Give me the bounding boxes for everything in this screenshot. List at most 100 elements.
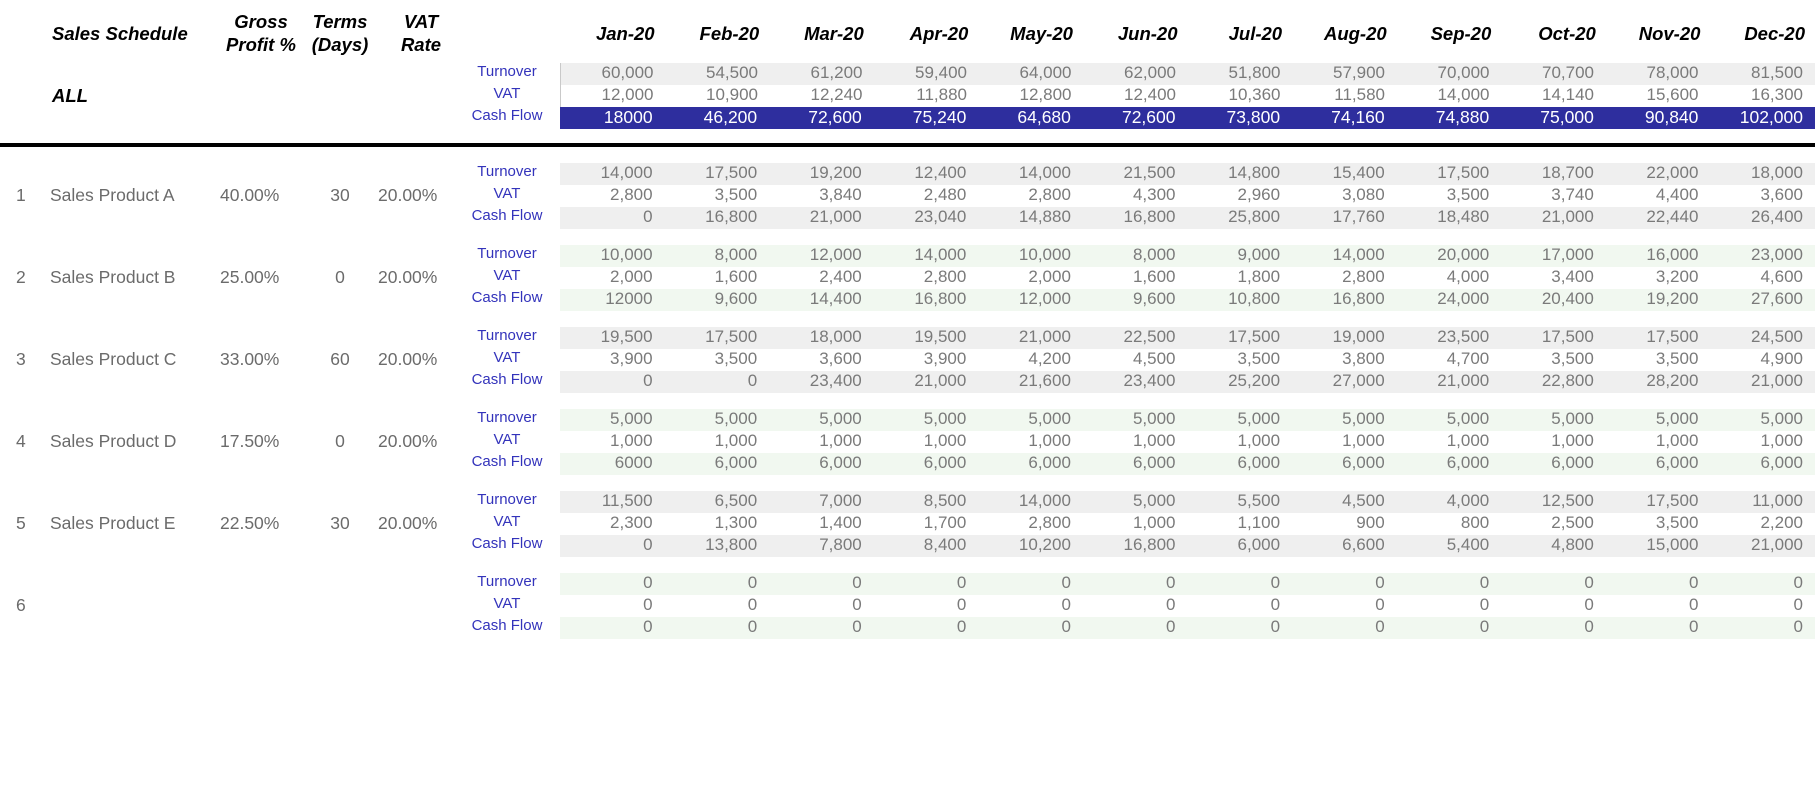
header-month-sep: Sep-20 (1430, 22, 1492, 44)
cell-value: 1,400 (819, 512, 862, 532)
cell-value: 6,000 (1237, 534, 1281, 554)
cell-value: 14,000 (1332, 244, 1385, 264)
cell-value: 16,800 (1332, 288, 1385, 308)
cell-value: 18,000 (1751, 162, 1803, 182)
row-cash-flow: 0 0 23,400 21,000 21,600 23,400 25,200 27,000 21… (560, 370, 1815, 393)
row-vat: 2,800 3,500 3,840 2,480 2,800 4,300 2,960 3,080… (560, 184, 1815, 207)
cell-value: 6,000 (1655, 452, 1699, 472)
row-name-cell: Sales Product D (46, 409, 218, 475)
cell-value: 0 (1375, 594, 1385, 614)
cell-value: 1,600 (1132, 266, 1176, 286)
cell-value: 2,960 (1237, 184, 1281, 204)
cell-value: 6,000 (1028, 452, 1071, 472)
cell-value: 6,000 (1760, 452, 1803, 472)
cell-value: 16,800 (1123, 206, 1176, 226)
cell-value: 23,400 (1123, 370, 1176, 390)
cell-value: 8,000 (714, 244, 758, 264)
cell-value: 14,000 (914, 244, 967, 264)
cell-value: 5,000 (1132, 490, 1176, 510)
cell-value: 5,000 (1551, 408, 1594, 428)
cell-value: 0 (852, 616, 862, 636)
row-index-cell: 6 (0, 573, 46, 639)
cell-value: 14,800 (1228, 162, 1281, 182)
cell-value: 1,000 (1551, 430, 1594, 450)
cell-value: 11,500 (601, 490, 653, 510)
cell-value: 24,000 (1437, 288, 1490, 308)
cell-value: 0 (1166, 572, 1176, 592)
cell-value: 5,000 (1760, 408, 1803, 428)
summary-metric-labels: Turnover VAT Cash Flow (466, 63, 560, 129)
header-month-jun: Jun-20 (1117, 22, 1178, 44)
cell-value: 5,000 (1028, 408, 1071, 428)
table-row[interactable]: 3 Sales Product C 33.00% 60 20.00% Turnover VA… (0, 326, 1815, 393)
cell-value: 16,300 (1751, 84, 1803, 104)
summary-terms-spacer (304, 63, 376, 129)
row-name-cell: Sales Product C (46, 327, 218, 393)
table-row[interactable]: 5 Sales Product E 22.50% 30 20.00% Turnover VA… (0, 490, 1815, 557)
cell-value: 3,500 (1551, 348, 1594, 368)
cell-value: 14,000 (1437, 84, 1490, 104)
cell-value: 70,000 (1437, 62, 1490, 82)
table-row[interactable]: 2 Sales Product B 25.00% 0 20.00% Turnover VAT… (0, 244, 1815, 311)
table-row[interactable]: 1 Sales Product A 40.00% 30 20.00% Turnover VA… (0, 162, 1815, 229)
cell-value: 3,500 (1655, 348, 1699, 368)
summary-group-all: ALL Turnover VAT Cash Flow 60,000 54,500… (0, 62, 1815, 129)
cell-value: 15,600 (1646, 84, 1699, 104)
row-vat: 0 0 0 0 0 0 0 0 0 0 0 0 (560, 594, 1815, 617)
cell-value: 0 (1688, 594, 1699, 614)
cell-value: 1,000 (1028, 430, 1071, 450)
row-vat: 2,000 1,600 2,400 2,800 2,000 1,600 1,800 2,800… (560, 266, 1815, 289)
table-header: Sales Schedule Gross Profit % Terms (Day… (0, 0, 1815, 57)
cell-value: 1,700 (923, 512, 967, 532)
metric-label-cash-flow: Cash Flow (471, 106, 543, 124)
cell-value: 9,000 (1237, 244, 1281, 264)
cell-value: 17,500 (1646, 490, 1699, 510)
row-gross-profit: 40.00% (220, 185, 280, 206)
cell-value: 17,500 (1541, 326, 1594, 346)
metric-label-turnover: Turnover (477, 62, 537, 80)
cell-value: 74,160 (1331, 106, 1385, 127)
cell-value: 4,700 (1446, 348, 1490, 368)
row-cash-flow: 0 13,800 7,800 8,400 10,200 16,800 6,000 6,600 5… (560, 534, 1815, 557)
cell-value: 11,580 (1334, 84, 1385, 104)
cell-value: 0 (1793, 572, 1803, 592)
cell-value: 7,800 (819, 534, 862, 554)
row-vat: 2,300 1,300 1,400 1,700 2,800 1,000 1,100 900 80… (560, 512, 1815, 535)
table-row[interactable]: 4 Sales Product D 17.50% 0 20.00% Turnover VAT… (0, 408, 1815, 475)
product-rows-container: 1 Sales Product A 40.00% 30 20.00% Turnover VA… (0, 162, 1815, 639)
row-index: 3 (16, 349, 26, 370)
cell-value: 800 (1460, 512, 1490, 532)
cell-value: 23,500 (1437, 326, 1490, 346)
row-index-cell: 4 (0, 409, 46, 475)
cell-value: 14,000 (1018, 490, 1071, 510)
header-month-dec: Dec-20 (1744, 22, 1805, 44)
cell-value: 2,500 (1551, 512, 1594, 532)
header-month-mar: Mar-20 (804, 22, 864, 44)
cell-value: 0 (747, 616, 758, 636)
cell-value: 4,000 (1446, 266, 1490, 286)
row-gross-profit-cell (218, 573, 304, 639)
header-month-jan: Jan-20 (595, 22, 655, 44)
row-terms: 0 (335, 267, 345, 288)
cell-value: 6,000 (714, 452, 758, 472)
cell-value: 4,300 (1132, 184, 1176, 204)
row-metric-labels: Turnover VAT Cash Flow (466, 409, 560, 475)
cell-value: 62,000 (1124, 62, 1176, 82)
cell-value: 12,400 (914, 162, 967, 182)
cell-value: 12,500 (1541, 490, 1594, 510)
cell-value: 10,000 (600, 244, 653, 264)
row-cash-flow: 0 0 0 0 0 0 0 0 0 0 0 0 (560, 616, 1815, 639)
cell-value: 0 (852, 594, 862, 614)
cell-value: 4,600 (1760, 266, 1803, 286)
cell-value: 0 (1793, 616, 1803, 636)
cell-value: 12,400 (1124, 84, 1176, 104)
cell-value: 5,000 (610, 408, 653, 428)
cell-value: 27,000 (1332, 370, 1385, 390)
table-row[interactable]: 6 Turnover VAT Cash Flow 0 0 0 0 0 0 0 0 0 0 0 0 0 0 0 0 0 0 0… (0, 572, 1815, 639)
row-terms: 30 (330, 185, 350, 206)
cell-value: 17,500 (1228, 326, 1281, 346)
cell-value: 0 (1061, 572, 1071, 592)
cell-value: 2,800 (1342, 266, 1385, 286)
row-terms-cell: 30 (304, 163, 376, 229)
row-index: 4 (16, 431, 26, 452)
